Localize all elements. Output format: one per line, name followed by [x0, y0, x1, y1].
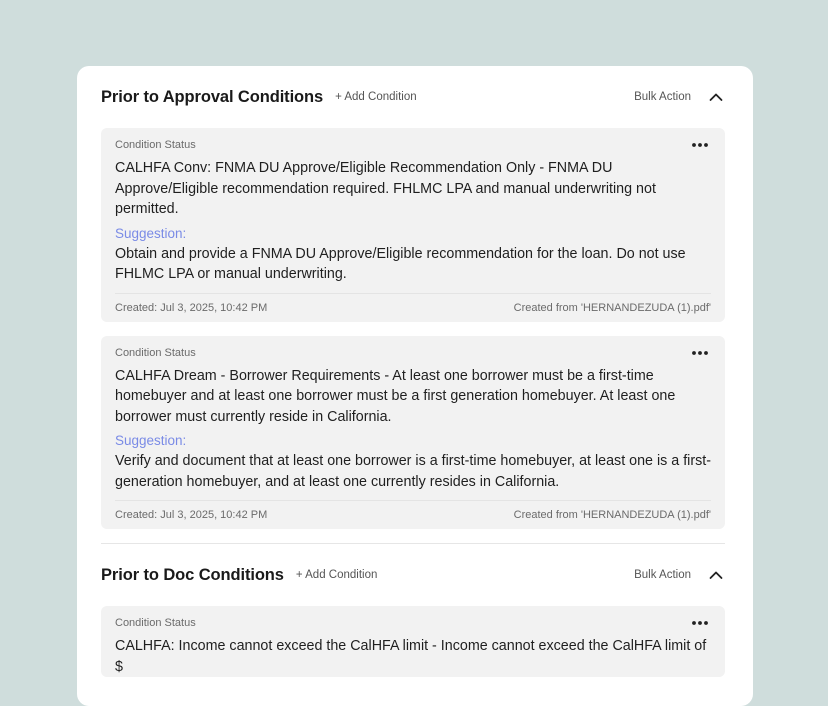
condition-text: CALHFA: Income cannot exceed the CalHFA …: [115, 638, 707, 675]
suggestion-text: Verify and document that at least one bo…: [115, 453, 711, 490]
created-source: Created from 'HERNANDEZUDA (1).pdf': [513, 509, 711, 521]
condition-text: CALHFA Dream - Borrower Requirements - A…: [115, 367, 676, 425]
card-footer: Created: Jul 3, 2025, 10:42 PM Created f…: [115, 292, 711, 322]
more-horizontal-icon[interactable]: [691, 620, 709, 626]
condition-status-label: Condition Status: [115, 139, 196, 151]
chevron-up-icon[interactable]: [709, 92, 723, 102]
add-condition-button[interactable]: + Add Condition: [296, 569, 378, 581]
card-footer: Created: Jul 3, 2025, 10:42 PM Created f…: [115, 500, 711, 529]
section-title: Prior to Doc Conditions: [101, 565, 284, 584]
suggestion-text: Obtain and provide a FNMA DU Approve/Eli…: [115, 245, 686, 283]
bulk-action-button[interactable]: Bulk Action: [634, 569, 691, 581]
section-header-prior-to-approval: Prior to Approval Conditions + Add Condi…: [101, 66, 725, 128]
chevron-up-icon[interactable]: [709, 570, 723, 580]
more-horizontal-icon[interactable]: [691, 142, 709, 148]
suggestion-label: Suggestion:: [115, 433, 187, 448]
condition-card: Condition Status CALHFA: Income cannot e…: [101, 606, 725, 677]
condition-text: CALHFA Conv: FNMA DU Approve/Eligible Re…: [115, 160, 656, 217]
add-condition-button[interactable]: + Add Condition: [335, 91, 417, 103]
condition-status-label: Condition Status: [115, 346, 196, 359]
conditions-panel: Prior to Approval Conditions + Add Condi…: [77, 66, 753, 706]
more-horizontal-icon[interactable]: [691, 350, 709, 356]
section-title: Prior to Approval Conditions: [101, 87, 324, 106]
created-timestamp: Created: Jul 3, 2025, 10:42 PM: [115, 301, 268, 314]
created-source: Created from 'HERNANDEZUDA (1).pdf': [513, 301, 711, 314]
suggestion-label: Suggestion:: [115, 225, 187, 241]
condition-card: Condition Status CALHFA Dream - Borrower…: [101, 335, 725, 529]
created-timestamp: Created: Jul 3, 2025, 10:42 PM: [115, 509, 268, 521]
bulk-action-button[interactable]: Bulk Action: [634, 91, 691, 103]
condition-card: Condition Status CALHFA Conv: FNMA DU Ap…: [101, 128, 725, 322]
section-header-prior-to-doc: Prior to Doc Conditions + Add Condition …: [101, 544, 725, 606]
condition-status-label: Condition Status: [115, 617, 196, 629]
